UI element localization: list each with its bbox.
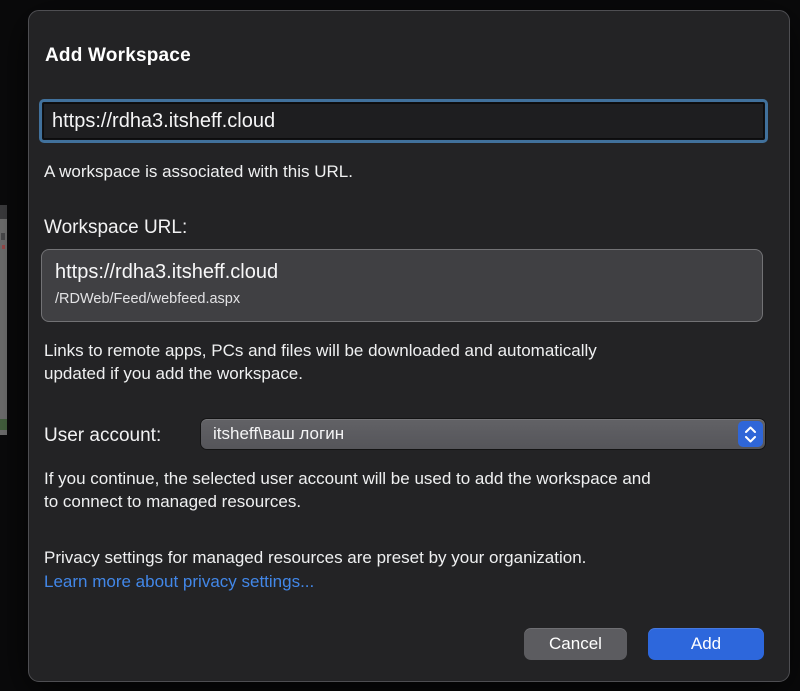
- workspace-url-summary-box: https://rdha3.itsheff.cloud /RDWeb/Feed/…: [41, 249, 763, 322]
- screen: Add Workspace A workspace is associated …: [0, 0, 800, 691]
- privacy-settings-link[interactable]: Learn more about privacy settings...: [44, 572, 314, 592]
- workspace-url-path: /RDWeb/Feed/webfeed.aspx: [55, 291, 240, 307]
- url-association-hint: A workspace is associated with this URL.: [44, 162, 353, 182]
- select-stepper[interactable]: [738, 421, 763, 447]
- links-download-note-line1: Links to remote apps, PCs and files will…: [44, 339, 597, 362]
- privacy-settings-note: Privacy settings for managed resources a…: [44, 548, 586, 568]
- account-usage-note: If you continue, the selected user accou…: [44, 467, 651, 513]
- user-account-selected-value: itsheff\ваш логин: [213, 424, 344, 444]
- background-window-header: [0, 205, 7, 219]
- add-button[interactable]: Add: [648, 628, 764, 660]
- chevron-down-icon: [744, 436, 757, 443]
- background-window-detail: [2, 245, 5, 249]
- links-download-note-line2: updated if you add the workspace.: [44, 362, 597, 385]
- workspace-url-input-focus-ring: [39, 99, 768, 143]
- workspace-url-host: https://rdha3.itsheff.cloud: [55, 261, 278, 284]
- links-download-note: Links to remote apps, PCs and files will…: [44, 339, 597, 385]
- account-usage-note-line1: If you continue, the selected user accou…: [44, 467, 651, 490]
- dialog-title: Add Workspace: [45, 45, 191, 67]
- background-window-detail: [0, 419, 7, 430]
- add-workspace-dialog: Add Workspace A workspace is associated …: [28, 10, 790, 682]
- user-account-label: User account:: [44, 425, 161, 447]
- account-usage-note-line2: to connect to managed resources.: [44, 490, 651, 513]
- chevron-up-icon: [744, 426, 757, 433]
- cancel-button[interactable]: Cancel: [524, 628, 627, 660]
- workspace-url-label: Workspace URL:: [44, 217, 187, 239]
- workspace-url-input[interactable]: [43, 103, 764, 139]
- user-account-select[interactable]: itsheff\ваш логин: [201, 419, 765, 449]
- background-window-detail: [1, 233, 5, 240]
- background-window-sliver: [0, 205, 7, 435]
